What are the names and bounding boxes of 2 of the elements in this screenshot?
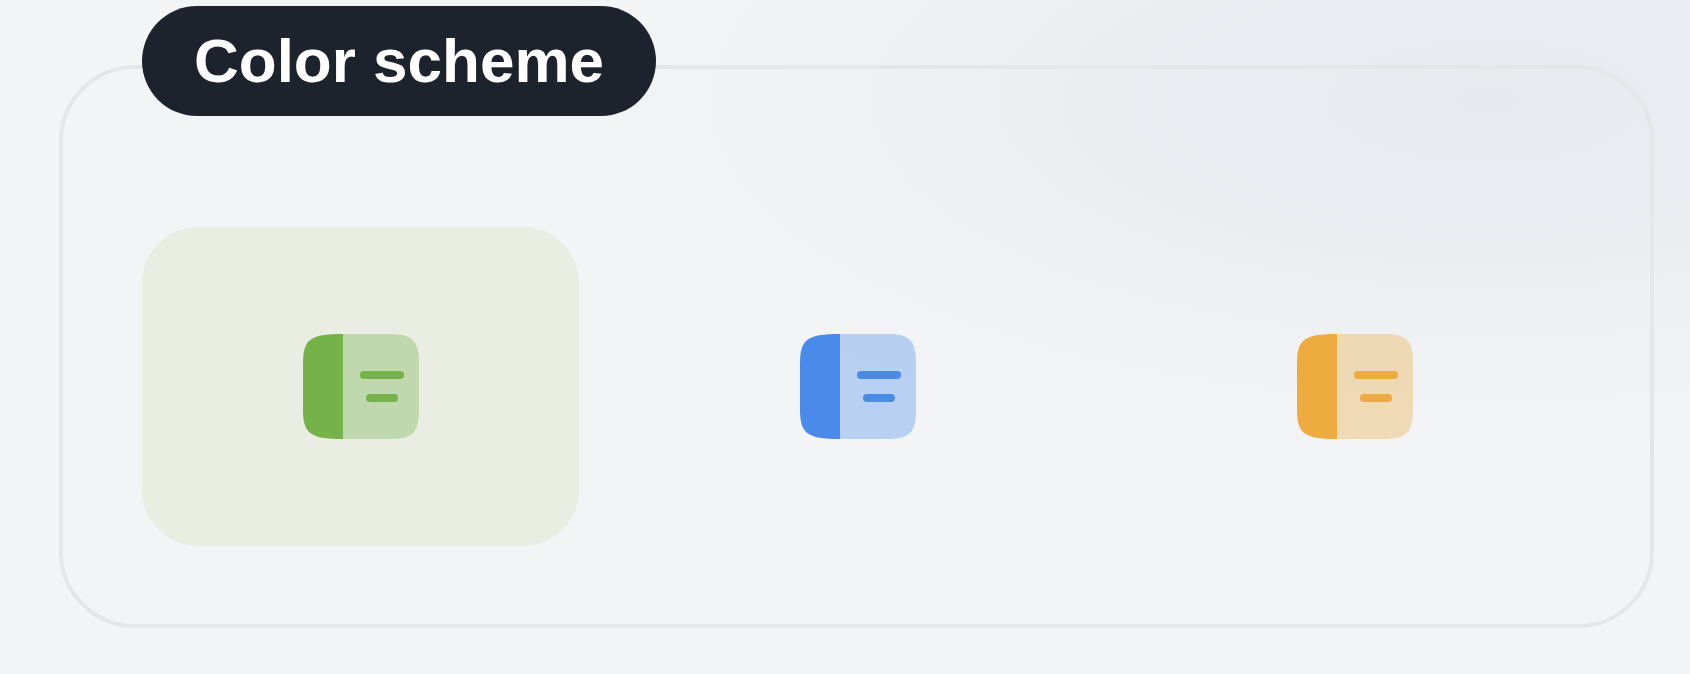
section-title: Color scheme [142,6,657,116]
color-scheme-option[interactable] [142,227,579,546]
